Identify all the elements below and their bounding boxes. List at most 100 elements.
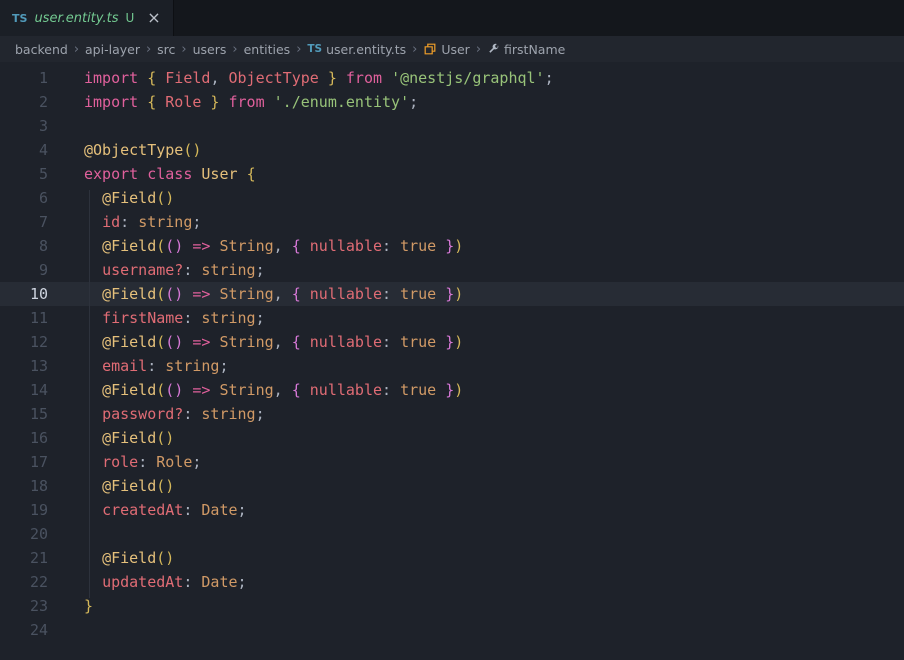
code-text: createdAt: Date; (102, 501, 247, 519)
breadcrumb-label: firstName (504, 41, 566, 57)
line-number[interactable]: 14 (0, 378, 48, 402)
code-text: username?: string; (102, 261, 265, 279)
code-line[interactable]: 13 email: string; (0, 354, 904, 378)
line-number[interactable]: 7 (0, 210, 48, 234)
indent-guide (89, 190, 90, 598)
line-number[interactable]: 13 (0, 354, 48, 378)
code-line[interactable]: 18 @Field() (0, 474, 904, 498)
code-text: export class User { (84, 165, 256, 183)
code-line[interactable]: 14 @Field(() => String, { nullable: true… (0, 378, 904, 402)
line-number[interactable]: 5 (0, 162, 48, 186)
line-number[interactable]: 9 (0, 258, 48, 282)
code-line[interactable]: 12 @Field(() => String, { nullable: true… (0, 330, 904, 354)
line-number[interactable]: 2 (0, 90, 48, 114)
breadcrumb-item-backend[interactable]: backend (15, 42, 68, 57)
breadcrumb-item-src[interactable]: src (157, 42, 175, 57)
code-line[interactable]: 16 @Field() (0, 426, 904, 450)
code-text: firstName: string; (102, 309, 265, 327)
breadcrumbs: backend › api-layer › src › users › entities › TS u… (0, 36, 904, 62)
code-line[interactable]: 10 @Field(() => String, { nullable: true… (0, 282, 904, 306)
breadcrumb-item-entities[interactable]: entities (244, 42, 291, 57)
chevron-right-icon: › (181, 41, 187, 57)
breadcrumb-item-user[interactable]: User (423, 42, 470, 57)
tab-user-entity-ts[interactable]: TS user.entity.ts U × (0, 0, 174, 36)
breadcrumb-label: backend (15, 41, 68, 57)
code-line[interactable]: 2 import { Role } from './enum.entity'; (0, 90, 904, 114)
line-number[interactable]: 6 (0, 186, 48, 210)
code-text: email: string; (102, 357, 229, 375)
line-number[interactable]: 15 (0, 402, 48, 426)
code-text: } (84, 597, 94, 615)
line-number[interactable]: 11 (0, 306, 48, 330)
line-number[interactable]: 4 (0, 138, 48, 162)
code-text: @Field(() => String, { nullable: true }) (102, 381, 464, 399)
editor: 1 import { Field, ObjectType } from '@nes… (0, 62, 904, 660)
code-line[interactable]: 15 password?: string; (0, 402, 904, 426)
code-text: @Field(() => String, { nullable: true }) (102, 285, 464, 303)
code-line[interactable]: 23} (0, 594, 904, 618)
chevron-right-icon: › (73, 41, 80, 57)
line-number[interactable]: 18 (0, 474, 48, 498)
code-line[interactable]: 1 import { Field, ObjectType } from '@nes… (0, 66, 904, 90)
code-line[interactable]: 3 (0, 114, 904, 138)
class-icon (424, 43, 436, 55)
code-text: @Field() (102, 549, 175, 567)
code-line[interactable]: 9 username?: string; (0, 258, 904, 282)
chevron-right-icon: › (145, 41, 152, 57)
code-line[interactable]: 7 id: string; (0, 210, 904, 234)
code-text: @Field(() => String, { nullable: true }) (102, 333, 464, 351)
line-number[interactable]: 19 (0, 498, 48, 522)
code-line[interactable]: 6 @Field() (0, 186, 904, 210)
chevron-right-icon: › (475, 41, 482, 57)
code-line[interactable]: 24 (0, 618, 904, 642)
breadcrumb-label: api-layer (85, 41, 140, 57)
breadcrumb-label: User (441, 41, 470, 57)
code-text: @Field() (102, 189, 175, 207)
breadcrumb-item-user-entity-ts[interactable]: TS user.entity.ts (307, 42, 406, 57)
line-number[interactable]: 16 (0, 426, 48, 450)
line-number[interactable]: 20 (0, 522, 48, 546)
code-text: role: Role; (102, 453, 202, 471)
typescript-file-icon: TS (307, 43, 323, 55)
code-line[interactable]: 4 @ObjectType() (0, 138, 904, 162)
line-number[interactable]: 21 (0, 546, 48, 570)
code-text: @ObjectType() (84, 141, 202, 159)
breadcrumb-item-api-layer[interactable]: api-layer (85, 42, 140, 57)
line-number[interactable]: 23 (0, 594, 48, 618)
code-text: @Field(() => String, { nullable: true }) (102, 237, 464, 255)
vscode-window: TS user.entity.ts U × backend › api-layer ›… (0, 0, 904, 660)
code-text: @Field() (102, 429, 175, 447)
code-area: 1 import { Field, ObjectType } from '@nes… (0, 66, 904, 642)
line-number[interactable]: 1 (0, 66, 48, 90)
breadcrumb-item-firstname[interactable]: firstName (487, 42, 565, 57)
code-text: import { Field, ObjectType } from '@nest… (84, 69, 554, 87)
breadcrumb-label: src (157, 41, 176, 57)
line-number[interactable]: 8 (0, 234, 48, 258)
code-text: id: string; (102, 213, 202, 231)
code-line[interactable]: 11 firstName: string; (0, 306, 904, 330)
line-number[interactable]: 3 (0, 114, 48, 138)
typescript-file-icon: TS (12, 11, 28, 25)
code-line[interactable]: 17 role: Role; (0, 450, 904, 474)
code-line[interactable]: 21 @Field() (0, 546, 904, 570)
git-status-untracked-badge: U (125, 11, 135, 25)
code-line[interactable]: 5 export class User { (0, 162, 904, 186)
chevron-right-icon: › (232, 41, 238, 57)
code-line[interactable]: 22 updatedAt: Date; (0, 570, 904, 594)
breadcrumb-label: user.entity.ts (326, 41, 407, 57)
line-number[interactable]: 22 (0, 570, 48, 594)
code-line[interactable]: 20 (0, 522, 904, 546)
code-line[interactable]: 19 createdAt: Date; (0, 498, 904, 522)
tab-bar: TS user.entity.ts U × (0, 0, 904, 36)
line-number[interactable]: 17 (0, 450, 48, 474)
close-icon[interactable]: × (147, 10, 160, 26)
line-number[interactable]: 10 (0, 282, 48, 306)
breadcrumb-item-users[interactable]: users (193, 42, 227, 57)
line-number[interactable]: 12 (0, 330, 48, 354)
line-number[interactable]: 24 (0, 618, 48, 642)
code-line[interactable]: 8 @Field(() => String, { nullable: true … (0, 234, 904, 258)
code-text: updatedAt: Date; (102, 573, 247, 591)
